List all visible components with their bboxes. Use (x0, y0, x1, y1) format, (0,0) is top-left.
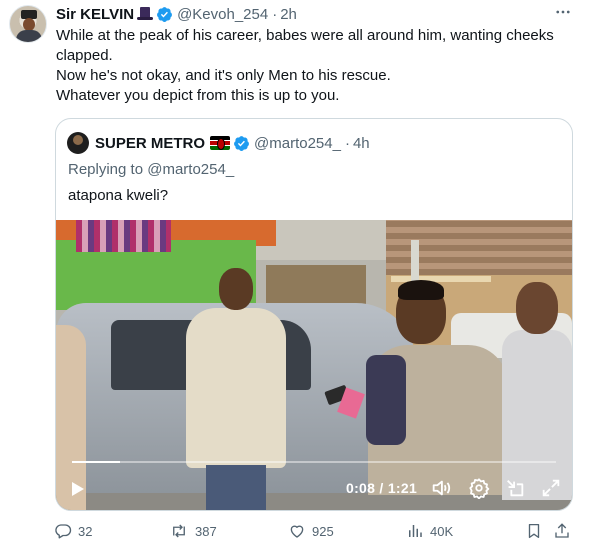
quoted-tweet[interactable]: SUPER METRO @marto254_ · 4h Replying to … (55, 118, 573, 511)
verified-badge-icon (157, 6, 173, 22)
video-time: 0:08 / 1:21 (346, 480, 417, 496)
verified-badge-icon (234, 135, 249, 151)
video-progress-bar[interactable] (72, 461, 556, 463)
author-name[interactable]: Sir KELVIN (56, 6, 134, 23)
bookmark-icon (528, 523, 540, 539)
video-duration: 1:21 (387, 480, 418, 496)
tweet-text-line: While at the peak of his career, babes w… (56, 27, 554, 64)
like-count: 925 (312, 523, 334, 539)
quoted-header-separator: · (344, 134, 350, 152)
video-controls: 0:08 / 1:21 (56, 465, 572, 510)
header-separator: · (272, 5, 278, 23)
tweet-text-line: Whatever you depict from this is up to y… (56, 87, 340, 104)
quoted-author-name[interactable]: SUPER METRO (95, 135, 205, 152)
play-icon[interactable] (70, 481, 86, 497)
quoted-tweet-time[interactable]: 4h (353, 135, 370, 152)
video-player[interactable]: 0:08 / 1:21 (56, 220, 572, 510)
kenya-flag-icon (210, 136, 231, 150)
replying-to: Replying to @marto254_ (68, 161, 234, 178)
like-button[interactable]: 925 (288, 522, 334, 540)
fullscreen-icon[interactable] (540, 477, 562, 499)
tweet-text: While at the peak of his career, babes w… (56, 26, 576, 106)
views-button[interactable]: 40K (406, 522, 453, 540)
views-count: 40K (430, 523, 454, 539)
reply-icon (55, 524, 72, 539)
quoted-author-avatar[interactable] (67, 132, 89, 154)
replying-to-link[interactable]: @marto254_ (147, 161, 234, 178)
video-progress-fill (72, 461, 120, 463)
reply-count: 32 (78, 523, 93, 539)
author-avatar[interactable] (9, 5, 47, 43)
views-chart-icon (409, 525, 422, 537)
quoted-tweet-text: atapona kweli? (68, 187, 169, 204)
author-handle[interactable]: @Kevoh_254 (177, 6, 268, 23)
heart-icon (290, 525, 304, 538)
share-button[interactable] (553, 522, 577, 540)
retweet-button[interactable]: 387 (169, 522, 217, 540)
video-current-time: 0:08 (346, 480, 376, 496)
collapse-icon[interactable] (504, 477, 526, 499)
retweet-count: 387 (195, 523, 217, 539)
top-hat-emoji-icon (137, 6, 154, 22)
reply-button[interactable]: 32 (54, 522, 92, 540)
tweet[interactable]: Sir KELVIN @Kevoh_254 · 2h While at the … (0, 0, 606, 556)
more-dots-icon[interactable] (554, 3, 572, 26)
replying-prefix: Replying to (68, 161, 144, 178)
tweet-time[interactable]: 2h (280, 6, 297, 23)
settings-icon[interactable] (468, 477, 490, 499)
quoted-tweet-header: SUPER METRO @marto254_ · 4h (67, 132, 370, 154)
tweet-header: Sir KELVIN @Kevoh_254 · 2h (56, 4, 297, 24)
quoted-author-handle[interactable]: @marto254_ (254, 135, 341, 152)
video-time-separator: / (375, 480, 388, 496)
retweet-icon (173, 524, 185, 538)
tweet-actions: 32 387 925 40K (54, 520, 574, 544)
volume-icon[interactable] (430, 477, 452, 499)
tweet-text-line: Now he's not okay, and it's only Men to … (56, 67, 391, 84)
bookmark-button[interactable] (525, 522, 549, 540)
share-icon (555, 523, 569, 538)
